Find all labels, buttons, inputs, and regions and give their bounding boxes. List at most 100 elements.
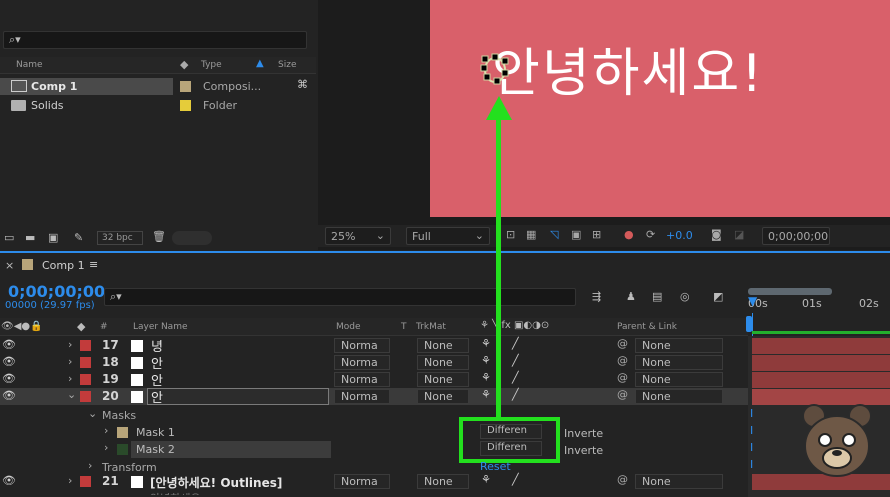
frame-blending-icon[interactable]: ▤ [652,290,662,303]
time-ruler[interactable]: 00s 01s 02s ▼ [748,286,890,318]
pickwhip-icon[interactable]: @ [617,354,628,367]
quality-icon[interactable]: ╱ [512,473,519,486]
color-management-icon[interactable]: ⟳ [646,228,655,241]
motion-blur-icon[interactable]: ◎ [680,290,690,303]
pickwhip-icon[interactable]: @ [617,371,628,384]
shy-layers-icon[interactable]: ♟ [626,290,636,303]
layer-row[interactable]: 👁 › 17 녕 Norma None ⚘ ╱ @ None [0,337,748,355]
mask-keyframe-marker[interactable]: I [750,458,753,471]
trkmat-dropdown[interactable]: None [417,338,469,353]
expand-chevron-icon[interactable]: › [68,355,72,368]
col-size[interactable]: Size [278,60,296,70]
mask-visibility-icon[interactable]: ◹ [550,228,558,241]
project-item-solids[interactable]: Solids [0,97,173,114]
pickwhip-icon[interactable]: @ [617,473,628,486]
mode-dropdown[interactable]: Norma [334,474,390,489]
new-folder-icon[interactable]: ▬ [25,231,35,244]
trkmat-dropdown[interactable]: None [417,372,469,387]
mask-color-swatch[interactable] [117,444,128,455]
label-swatch[interactable] [80,340,91,351]
guide-options-icon[interactable]: ▣ [571,228,581,241]
mask-keyframe-marker[interactable]: I [750,407,753,420]
work-area-bar[interactable] [748,288,832,295]
layer-bar[interactable] [752,355,890,371]
project-search-input[interactable]: ⌕▾ [3,31,307,49]
layer-row-selected[interactable]: 👁 ⌄ 20 안 Norma None ⚘ ╱ @ None [0,388,748,406]
parent-dropdown[interactable]: None [635,389,723,404]
resolution-dropdown[interactable]: Full ⌄ [406,227,490,245]
panel-menu-icon[interactable]: ≡ [89,258,98,271]
layer-row[interactable]: 👁 › 18 안 Norma None ⚘ ╱ @ None [0,354,748,372]
visibility-eye-icon[interactable]: 👁 [2,474,16,487]
collapse-chevron-icon[interactable]: ⌄ [88,407,97,420]
collapse-chevron-icon[interactable]: ⌄ [67,388,76,401]
flowchart-icon[interactable]: ⌘ [297,78,308,91]
timeline-search-input[interactable]: ⌕▾ [104,288,576,306]
col-name[interactable]: Name [16,60,43,70]
expand-chevron-icon[interactable]: › [68,474,72,487]
col-type[interactable]: Type [201,60,222,70]
trkmat-dropdown[interactable]: None [417,355,469,370]
shy-icon[interactable]: ⚘ [481,354,491,367]
visibility-eye-icon[interactable]: 👁 [2,389,16,402]
trkmat-dropdown[interactable]: None [417,389,469,404]
transparency-grid-icon[interactable]: ▦ [526,228,536,241]
mode-dropdown[interactable]: Norma [334,338,390,353]
region-of-interest-icon[interactable]: ⊡ [506,228,515,241]
mask-name[interactable]: Mask 2 [136,443,175,456]
visibility-eye-icon[interactable]: 👁 [2,338,16,351]
mask-name[interactable]: Mask 1 [136,426,175,439]
label-swatch[interactable] [180,81,191,92]
layer-bar[interactable] [752,372,890,388]
mode-dropdown[interactable]: Norma [334,389,390,404]
trkmat-dropdown[interactable]: None [417,474,469,489]
exposure-value[interactable]: +0.0 [666,229,693,242]
mask-inverted-checkbox[interactable]: Inverte [564,427,603,440]
trash-icon[interactable]: 🗑 [152,230,166,243]
mask-keyframe-marker[interactable]: I [750,441,753,454]
expand-chevron-icon[interactable]: › [104,441,108,454]
mask-path-handles[interactable] [480,50,514,90]
label-swatch[interactable] [180,100,191,111]
parent-dropdown[interactable]: None [635,355,723,370]
shy-icon[interactable]: ⚘ [481,371,491,384]
mode-dropdown[interactable]: Norma [334,372,390,387]
pickwhip-icon[interactable]: @ [617,388,628,401]
parent-dropdown[interactable]: None [635,474,723,489]
label-swatch[interactable] [80,374,91,385]
shy-icon[interactable]: ⚘ [481,473,491,486]
layer-row[interactable]: 👁 › 19 안 Norma None ⚘ ╱ @ None [0,371,748,389]
parent-dropdown[interactable]: None [635,338,723,353]
expand-chevron-icon[interactable]: › [104,424,108,437]
tab-comp1[interactable]: Comp 1 [42,259,85,272]
quality-icon[interactable]: ╱ [512,354,519,367]
mask-inverted-checkbox[interactable]: Inverte [564,444,603,457]
layer-name-edit-field[interactable]: 안 [147,388,329,406]
layer-row[interactable]: 👁 › 21 [안녕하세요! Outlines] Norma None ⚘ ╱ … [0,473,748,490]
layer-name[interactable]: [안녕하세요! Outlines] [150,474,282,491]
mask-row[interactable]: › Mask 1 [0,424,748,441]
timeline-timecode[interactable]: 0;00;00;00 [8,282,105,301]
parent-dropdown[interactable]: None [635,372,723,387]
show-snapshot-icon[interactable]: ◪ [734,228,744,241]
shy-icon[interactable]: ⚘ [481,337,491,350]
mask-color-swatch[interactable] [117,427,128,438]
close-tab-icon[interactable]: × [5,259,14,272]
snapshot-icon[interactable]: ◙ [711,228,722,241]
label-swatch[interactable] [80,391,91,402]
project-settings-icon[interactable]: ✎ [74,231,83,244]
scrollbar[interactable] [172,231,212,245]
quality-icon[interactable]: ╱ [512,371,519,384]
grid-icon[interactable]: ⊞ [592,228,601,241]
expand-chevron-icon[interactable]: › [68,338,72,351]
quality-icon[interactable]: ╱ [512,388,519,401]
pickwhip-icon[interactable]: @ [617,337,628,350]
playhead-icon[interactable]: ▼ [748,294,757,308]
new-composition-icon[interactable]: ▣ [48,231,58,244]
channel-icon[interactable]: ● [624,228,634,241]
masks-group-label[interactable]: Masks [102,409,136,422]
quality-icon[interactable]: ╱ [512,337,519,350]
graph-editor-icon[interactable]: ◩ [713,290,723,303]
visibility-eye-icon[interactable]: 👁 [2,355,16,368]
mode-dropdown[interactable]: Norma [334,355,390,370]
